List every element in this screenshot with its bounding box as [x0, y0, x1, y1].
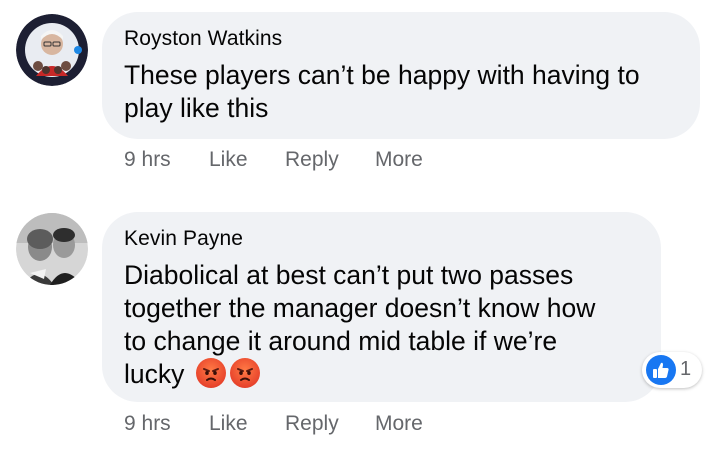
comment-bubble: Royston Watkins These players can’t be h…	[102, 12, 700, 139]
comment-text-line: Diabolical at best can’t put two passes	[124, 260, 574, 290]
reply-button[interactable]: Reply	[285, 148, 339, 172]
comment-author[interactable]: Royston Watkins	[124, 27, 282, 51]
comment-text-line-last: lucky	[124, 358, 644, 391]
avatar-royston-image	[16, 14, 88, 86]
angry-face-icon	[229, 358, 260, 388]
comment-text-line: together the manager doesn’t know how	[124, 293, 596, 323]
reaction-summary[interactable]: 1	[642, 352, 702, 388]
comment-author[interactable]: Kevin Payne	[124, 227, 243, 251]
reply-button[interactable]: Reply	[285, 412, 339, 436]
avatar-kevin-image	[16, 213, 88, 285]
comment-kevin: Kevin Payne Diabolical at best can’t put…	[0, 200, 720, 468]
comment-royston: Royston Watkins These players can’t be h…	[0, 0, 720, 200]
avatar[interactable]	[16, 213, 88, 285]
like-button[interactable]: Like	[209, 148, 248, 172]
comment-text: These players can’t be happy with having…	[124, 60, 640, 123]
like-button[interactable]: Like	[209, 412, 248, 436]
more-button[interactable]: More	[375, 148, 423, 172]
angry-face-icon	[195, 358, 226, 388]
comment-text: Diabolical at best can’t put two passes …	[124, 259, 644, 391]
like-icon	[646, 355, 676, 385]
comment-timestamp[interactable]: 9 hrs	[124, 412, 171, 436]
avatar[interactable]	[16, 14, 88, 86]
reaction-count: 1	[680, 358, 692, 380]
comment-bubble: Kevin Payne Diabolical at best can’t put…	[102, 212, 702, 402]
comment-text-line: to change it around mid table if we’re	[124, 326, 558, 356]
more-button[interactable]: More	[375, 412, 423, 436]
comment-timestamp[interactable]: 9 hrs	[124, 148, 171, 172]
comment-text-line: lucky	[124, 359, 185, 389]
